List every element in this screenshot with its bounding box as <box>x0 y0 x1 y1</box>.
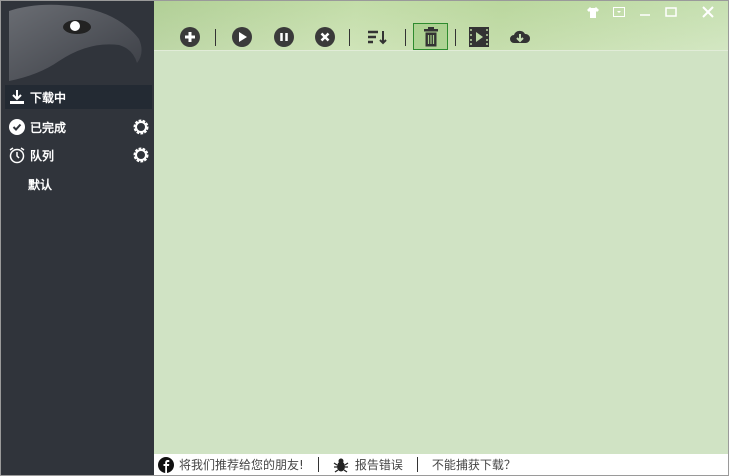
recommend-link[interactable]: 将我们推荐给您的朋友! <box>179 456 304 473</box>
divider <box>317 457 319 472</box>
download-list[interactable] <box>154 1 728 454</box>
sidebar: 下载中 已完成 队列 默认 <box>1 1 154 475</box>
minimize-button[interactable] <box>633 3 657 21</box>
start-button[interactable] <box>229 24 255 50</box>
divider <box>349 29 350 46</box>
cannot-capture-link[interactable]: 不能捕获下载？ <box>432 456 516 473</box>
check-circle-icon <box>8 118 26 136</box>
pause-icon <box>274 27 294 47</box>
divider <box>455 29 456 46</box>
toolbar <box>154 1 728 51</box>
sidebar-item-downloading[interactable]: 下载中 <box>5 85 152 109</box>
status-bar: 将我们推荐给您的朋友! 报告错误 不能捕获下载？ <box>154 454 728 475</box>
sidebar-item-label: 下载中 <box>30 90 67 105</box>
sidebar-item-default-queue[interactable]: 默认 <box>5 172 152 196</box>
report-bug-link[interactable]: 报告错误 <box>355 456 403 473</box>
sort-icon <box>368 30 387 45</box>
minimize-icon <box>640 14 650 16</box>
divider <box>405 29 406 46</box>
alarm-clock-icon <box>8 146 26 164</box>
sidebar-item-label: 默认 <box>28 177 53 192</box>
mini-mode-button[interactable] <box>607 3 631 21</box>
sidebar-item-label: 已完成 <box>30 120 67 135</box>
cloud-download-icon <box>510 30 531 43</box>
divider <box>215 29 216 46</box>
close-circle-icon <box>315 27 335 47</box>
video-button[interactable] <box>466 24 492 50</box>
maximize-icon <box>665 7 677 17</box>
tshirt-icon <box>587 6 599 18</box>
bug-icon <box>333 458 349 473</box>
stop-button[interactable] <box>312 24 338 50</box>
plus-icon <box>180 27 200 47</box>
sidebar-item-completed[interactable]: 已完成 <box>5 115 152 139</box>
close-button[interactable] <box>696 3 720 21</box>
sidebar-item-label: 队列 <box>30 148 55 163</box>
play-icon <box>232 27 252 47</box>
close-icon <box>702 6 714 18</box>
download-tray-icon <box>8 88 26 106</box>
pause-button[interactable] <box>271 24 297 50</box>
maximize-button[interactable] <box>659 3 683 21</box>
eagle-logo <box>9 4 142 81</box>
skin-button[interactable] <box>581 3 605 21</box>
film-icon <box>469 27 489 47</box>
divider <box>416 457 418 472</box>
cloud-download-button[interactable] <box>507 24 533 50</box>
sidebar-item-queue[interactable]: 队列 <box>5 143 152 167</box>
delete-button[interactable] <box>413 23 448 50</box>
mini-window-icon <box>613 7 625 17</box>
sort-button[interactable] <box>364 24 390 50</box>
gear-icon[interactable] <box>132 146 150 164</box>
facebook-icon <box>158 456 174 473</box>
trash-icon <box>423 26 438 46</box>
gear-icon[interactable] <box>132 118 150 136</box>
add-button[interactable] <box>177 24 203 50</box>
